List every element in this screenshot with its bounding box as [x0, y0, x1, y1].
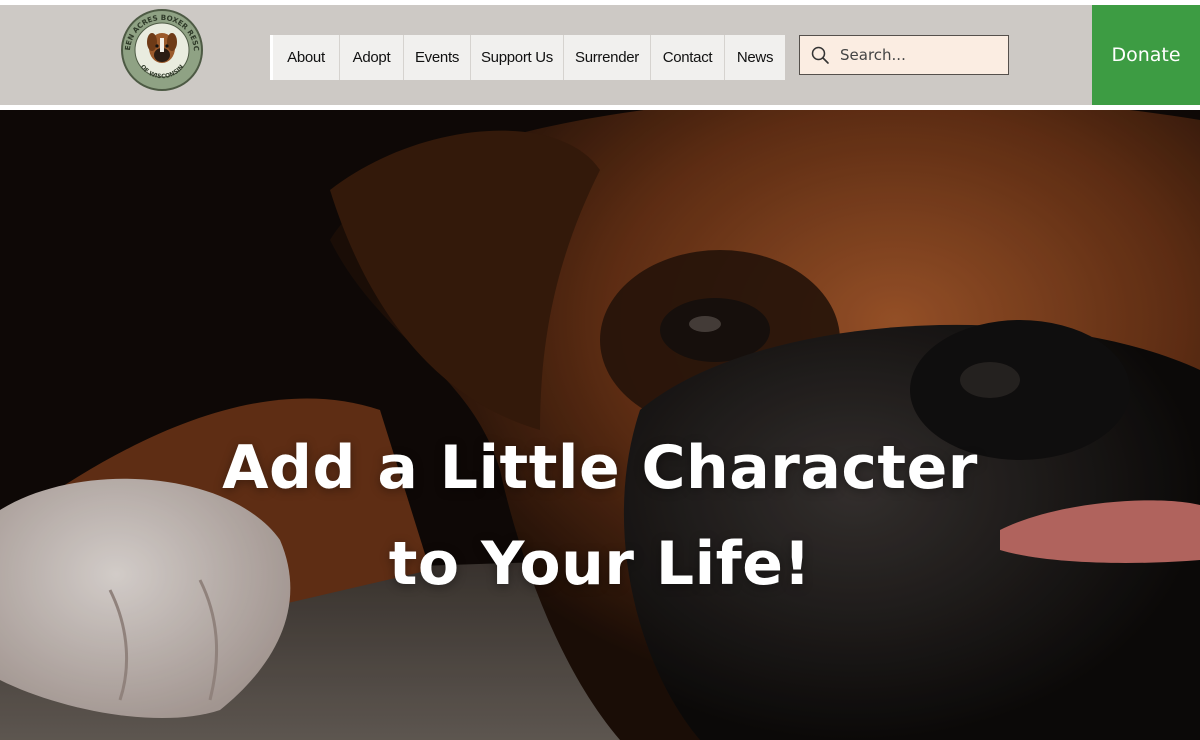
nav-item-contact[interactable]: Contact — [651, 35, 725, 80]
hero-section: Add a Little Character to Your Life! — [0, 110, 1200, 740]
hero-heading-line1: Add a Little Character — [222, 433, 978, 503]
nav-item-surrender[interactable]: Surrender — [564, 35, 651, 80]
nav-item-adopt[interactable]: Adopt — [340, 35, 404, 80]
site-header: GREEN ACRES BOXER RESCUE OF WISCONSIN Ab… — [0, 5, 1200, 105]
main-nav: About Adopt Events Support Us Surrender … — [270, 35, 785, 80]
hero-heading: Add a Little Character to Your Life! — [0, 420, 1200, 612]
nav-item-events[interactable]: Events — [404, 35, 471, 80]
hero-heading-line2: to Your Life! — [388, 529, 812, 599]
nav-item-news[interactable]: News — [725, 35, 785, 80]
nav-item-support-us[interactable]: Support Us — [471, 35, 564, 80]
donate-button[interactable]: Donate — [1092, 5, 1200, 105]
search-box — [799, 35, 1009, 75]
logo[interactable]: GREEN ACRES BOXER RESCUE OF WISCONSIN — [120, 8, 204, 92]
search-icon[interactable] — [800, 36, 840, 74]
search-input[interactable] — [840, 37, 1000, 73]
nav-item-about[interactable]: About — [273, 35, 340, 80]
